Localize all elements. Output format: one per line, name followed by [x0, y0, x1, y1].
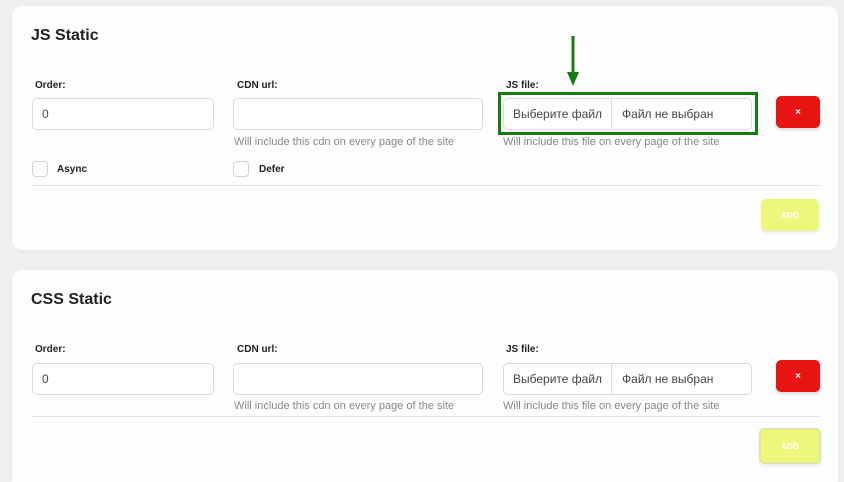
css-cdn-input[interactable]: [233, 363, 483, 395]
css-file-input[interactable]: Выберите файл Файл не выбран: [503, 363, 752, 395]
css-file-label: JS file:: [506, 344, 539, 355]
highlight-box: [498, 92, 758, 135]
css-file-name: Файл не выбран: [622, 372, 714, 386]
js-defer-checkbox[interactable]: [233, 161, 249, 177]
js-order-label: Order:: [35, 80, 66, 91]
js-file-label: JS file:: [506, 80, 539, 91]
css-add-button[interactable]: ADD: [759, 428, 821, 464]
css-cdn-label: CDN url:: [237, 344, 278, 355]
css-static-card: CSS Static Order: 0 CDN url: Will includ…: [12, 270, 838, 482]
js-cdn-label: CDN url:: [237, 80, 278, 91]
css-order-label: Order:: [35, 344, 66, 355]
js-async-label: Async: [57, 164, 88, 175]
js-defer-label: Defer: [259, 164, 285, 175]
js-cdn-input[interactable]: [233, 98, 483, 130]
css-file-help: Will include this file on every page of …: [503, 400, 720, 412]
css-static-title: CSS Static: [31, 291, 112, 308]
css-divider: [32, 416, 820, 417]
down-arrow-icon: [567, 36, 579, 86]
js-divider: [32, 185, 820, 186]
js-static-title: JS Static: [31, 27, 99, 44]
js-add-button[interactable]: ADD: [761, 199, 819, 231]
js-file-help: Will include this file on every page of …: [503, 136, 720, 148]
js-async-checkbox[interactable]: [32, 161, 48, 177]
css-file-choose-button[interactable]: Выберите файл: [504, 364, 613, 394]
css-cdn-help: Will include this cdn on every page of t…: [234, 400, 455, 412]
css-order-input[interactable]: 0: [32, 363, 214, 395]
css-delete-button[interactable]: ×: [776, 360, 820, 392]
js-cdn-help: Will include this cdn on every page of t…: [234, 136, 455, 148]
js-order-input[interactable]: 0: [32, 98, 214, 130]
js-delete-button[interactable]: ×: [776, 96, 820, 128]
